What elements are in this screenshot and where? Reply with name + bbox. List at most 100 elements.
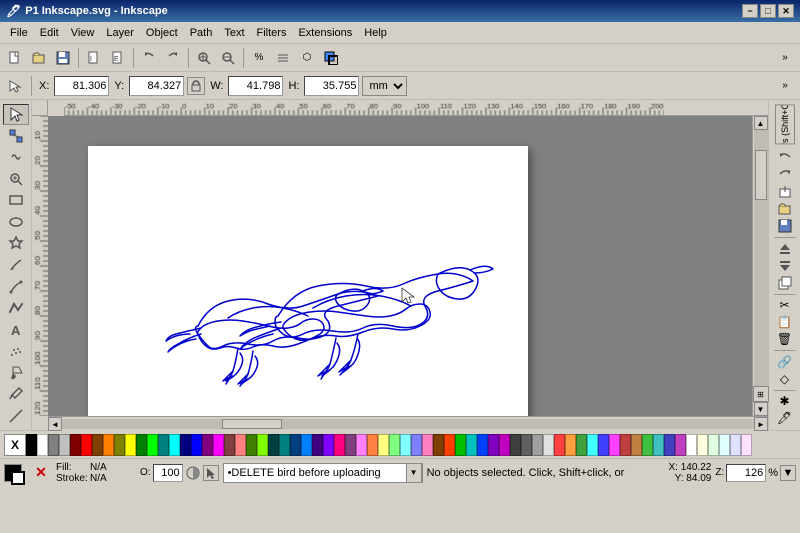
- color-swatch[interactable]: [510, 434, 521, 456]
- menu-extensions[interactable]: Extensions: [292, 25, 358, 41]
- overflow-button-2[interactable]: »: [774, 75, 796, 97]
- node-editor-button[interactable]: ⬡: [296, 47, 318, 69]
- horizontal-scroll-track[interactable]: [62, 419, 754, 429]
- unit-select[interactable]: mmpxinpt: [362, 76, 407, 96]
- scroll-up-button[interactable]: ▲: [754, 116, 768, 130]
- save-button[interactable]: [52, 47, 74, 69]
- color-swatch[interactable]: [488, 434, 499, 456]
- cut-button[interactable]: ✂: [772, 297, 798, 313]
- horizontal-scroll-thumb[interactable]: [222, 419, 282, 429]
- redo-button[interactable]: [162, 47, 184, 69]
- open-button[interactable]: [28, 47, 50, 69]
- selector-tool[interactable]: [3, 104, 29, 125]
- save-file-button[interactable]: [772, 218, 798, 234]
- color-swatch[interactable]: [719, 434, 730, 456]
- color-swatch[interactable]: [59, 434, 70, 456]
- new-button[interactable]: [4, 47, 26, 69]
- color-swatch[interactable]: [213, 434, 224, 456]
- text-tool[interactable]: A: [3, 319, 29, 340]
- paste-button[interactable]: 📋: [772, 314, 798, 330]
- color-swatch[interactable]: [543, 434, 554, 456]
- color-swatch[interactable]: [587, 434, 598, 456]
- pencil-tool[interactable]: [3, 255, 29, 276]
- close-button[interactable]: ✕: [778, 4, 794, 18]
- measure-tool[interactable]: [3, 405, 29, 426]
- color-swatch[interactable]: [620, 434, 631, 456]
- color-swatch[interactable]: [455, 434, 466, 456]
- raise-layer-button[interactable]: [772, 241, 798, 257]
- color-swatch[interactable]: [499, 434, 510, 456]
- color-swatch[interactable]: [378, 434, 389, 456]
- menu-text[interactable]: Text: [218, 25, 250, 41]
- color-swatch[interactable]: [268, 434, 279, 456]
- layer-dropdown-container[interactable]: •DELETE bird before uploading ▼: [223, 463, 423, 483]
- color-swatch[interactable]: [642, 434, 653, 456]
- color-swatch[interactable]: [290, 434, 301, 456]
- color-swatch[interactable]: [389, 434, 400, 456]
- color-swatch[interactable]: [532, 434, 543, 456]
- color-swatch[interactable]: [400, 434, 411, 456]
- color-swatch[interactable]: [554, 434, 565, 456]
- scroll-down-button[interactable]: ▼: [754, 402, 768, 416]
- scroll-left-button[interactable]: ◄: [48, 417, 62, 431]
- duplicate-button[interactable]: [772, 275, 798, 291]
- fill-button-right[interactable]: ◇: [772, 371, 798, 387]
- opacity-input[interactable]: [153, 464, 183, 482]
- color-swatch[interactable]: [433, 434, 444, 456]
- color-swatch[interactable]: [521, 434, 532, 456]
- menu-filters[interactable]: Filters: [251, 25, 293, 41]
- menu-layer[interactable]: Layer: [100, 25, 140, 41]
- color-swatch[interactable]: [235, 434, 246, 456]
- scroll-right-button[interactable]: ►: [754, 417, 768, 431]
- color-swatch[interactable]: [279, 434, 290, 456]
- vertical-scrollbar[interactable]: ▲ ⊞ ▼: [752, 116, 768, 416]
- color-swatch[interactable]: [675, 434, 686, 456]
- zoom-out-button[interactable]: [217, 47, 239, 69]
- color-swatch[interactable]: [125, 434, 136, 456]
- canvas-container[interactable]: [48, 116, 752, 416]
- export-button[interactable]: E: [107, 47, 129, 69]
- color-swatch[interactable]: [741, 434, 752, 456]
- color-swatch[interactable]: [345, 434, 356, 456]
- star-tool[interactable]: [3, 233, 29, 254]
- color-swatch[interactable]: [158, 434, 169, 456]
- color-swatch[interactable]: [202, 434, 213, 456]
- zoom-in-button[interactable]: [193, 47, 215, 69]
- color-swatch[interactable]: [477, 434, 488, 456]
- color-swatch[interactable]: [92, 434, 103, 456]
- color-swatch[interactable]: [444, 434, 455, 456]
- undo-history-button[interactable]: [772, 150, 798, 166]
- pen-tool[interactable]: [3, 276, 29, 297]
- snap-nodes-button[interactable]: ✱: [772, 393, 798, 409]
- import-button[interactable]: I: [83, 47, 105, 69]
- color-swatch[interactable]: [411, 434, 422, 456]
- select-tool-indicator[interactable]: [4, 75, 26, 97]
- color-swatch[interactable]: [312, 434, 323, 456]
- fill-indicator[interactable]: [4, 464, 22, 482]
- color-swatch[interactable]: [136, 434, 147, 456]
- color-swatch[interactable]: [114, 434, 125, 456]
- color-swatch[interactable]: [576, 434, 587, 456]
- color-swatch[interactable]: [708, 434, 719, 456]
- menu-help[interactable]: Help: [358, 25, 393, 41]
- menu-path[interactable]: Path: [184, 25, 219, 41]
- color-swatch[interactable]: [301, 434, 312, 456]
- undo-button[interactable]: [138, 47, 160, 69]
- color-swatch[interactable]: [257, 434, 268, 456]
- color-swatch[interactable]: [103, 434, 114, 456]
- zoom-input[interactable]: [726, 464, 766, 482]
- overflow-button[interactable]: »: [774, 47, 796, 69]
- color-swatch[interactable]: [246, 434, 257, 456]
- snap-button[interactable]: %: [248, 47, 270, 69]
- color-swatch[interactable]: [169, 434, 180, 456]
- color-swatch[interactable]: [730, 434, 741, 456]
- delete-button[interactable]: 🗑: [772, 331, 798, 347]
- align-button[interactable]: [272, 47, 294, 69]
- h-input[interactable]: [304, 76, 359, 96]
- color-swatch[interactable]: [37, 434, 48, 456]
- color-swatch[interactable]: [653, 434, 664, 456]
- color-swatch[interactable]: [598, 434, 609, 456]
- lower-layer-button[interactable]: [772, 258, 798, 274]
- color-swatch[interactable]: [466, 434, 477, 456]
- color-swatch[interactable]: [565, 434, 576, 456]
